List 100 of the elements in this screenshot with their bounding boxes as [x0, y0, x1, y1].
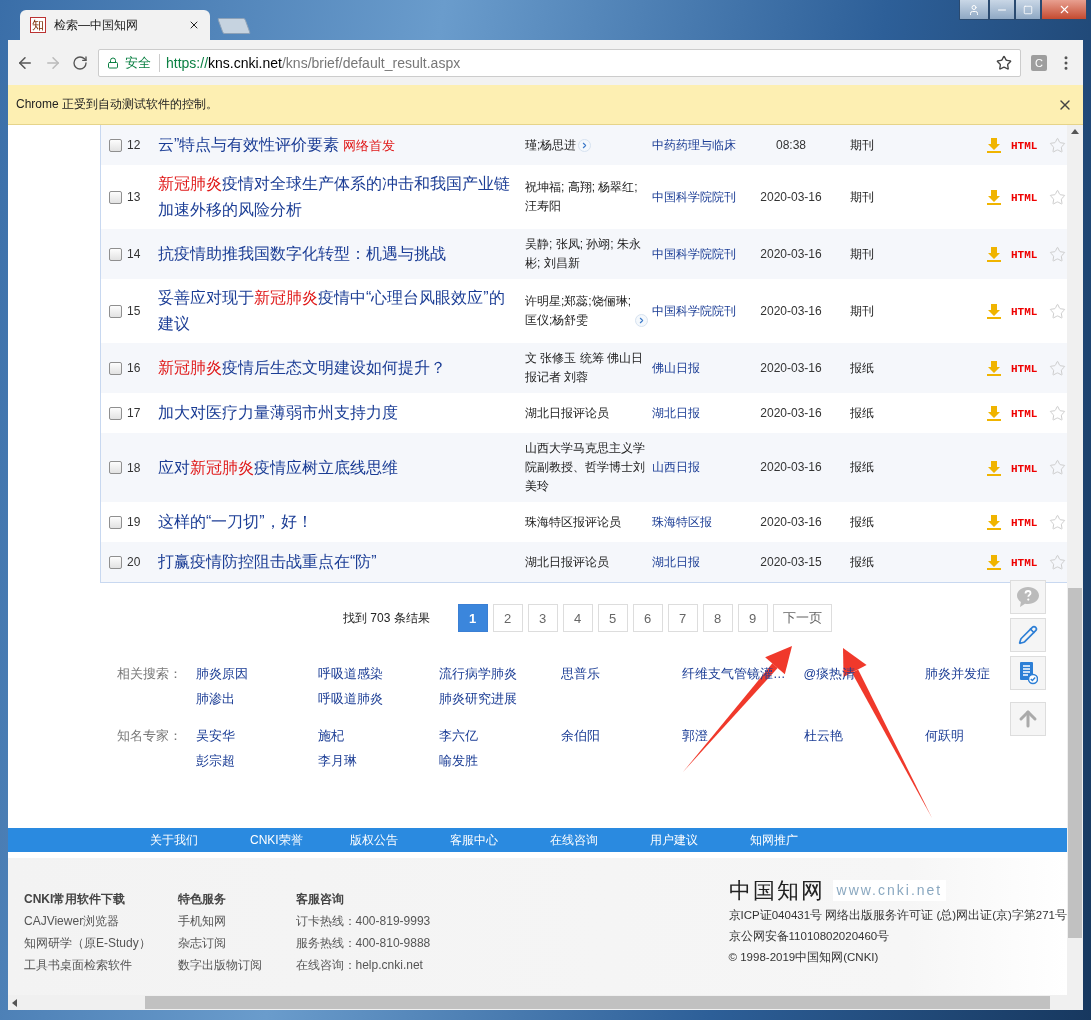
back-to-top-button[interactable]: [1010, 702, 1046, 736]
article-title[interactable]: 妥善应对现于新冠肺炎疫情中“心理台风眼效应”的建议: [158, 285, 513, 337]
article-title[interactable]: 打赢疫情防控阻击战重点在“防”: [158, 549, 377, 575]
footer-link[interactable]: CAJViewer浏览器: [24, 910, 178, 932]
source-link[interactable]: 山西日报: [652, 460, 700, 474]
related-search-link[interactable]: 肺炎并发症: [925, 662, 990, 687]
article-title[interactable]: 这样的“一刀切”，好！: [158, 509, 313, 535]
document-check-button[interactable]: [1010, 656, 1046, 690]
html-link[interactable]: HTML: [1011, 306, 1038, 318]
favorite-star-icon[interactable]: [1049, 459, 1066, 476]
download-icon[interactable]: [986, 189, 1002, 205]
page-button[interactable]: 6: [632, 604, 663, 632]
html-link[interactable]: HTML: [1011, 249, 1038, 261]
related-search-link[interactable]: 呼吸道肺炎: [317, 687, 383, 712]
scroll-up-icon[interactable]: [1071, 129, 1079, 134]
footer-link[interactable]: 工具书桌面检索软件: [24, 954, 178, 976]
edit-button[interactable]: [1010, 618, 1046, 652]
footer-link[interactable]: 知网研学（原E-Study）: [24, 932, 178, 954]
footer-nav-link[interactable]: CNKI荣誉: [250, 831, 350, 849]
favorite-star-icon[interactable]: [1049, 245, 1066, 263]
row-checkbox[interactable]: [109, 406, 122, 420]
row-checkbox[interactable]: [109, 138, 122, 152]
expert-link[interactable]: 李月琳: [317, 749, 357, 774]
page-button[interactable]: 2: [492, 604, 523, 632]
source-link[interactable]: 珠海特区报: [652, 514, 712, 529]
source-link[interactable]: 湖北日报: [652, 405, 700, 420]
maximize-button[interactable]: [1015, 0, 1041, 20]
download-icon[interactable]: [986, 360, 1002, 376]
source-link[interactable]: 中国科学院院刊: [652, 189, 736, 204]
footer-nav-link[interactable]: 在线咨询: [550, 831, 650, 849]
download-icon[interactable]: [986, 405, 1002, 421]
favorite-star-icon[interactable]: [1049, 513, 1066, 531]
footer-nav-link[interactable]: 知网推广: [750, 831, 850, 849]
source-link[interactable]: 中国科学院院刊: [652, 246, 736, 261]
browser-tab[interactable]: 知 检索—中国知网: [20, 10, 210, 40]
row-checkbox[interactable]: [109, 247, 122, 261]
source-link[interactable]: 湖北日报: [652, 554, 700, 569]
scroll-left-icon[interactable]: [12, 998, 17, 1007]
related-search-link[interactable]: @痰热清: [803, 662, 856, 687]
footer-link[interactable]: 订卡热线：400-819-9993: [295, 910, 658, 932]
article-title[interactable]: 抗疫情助推我国数字化转型：机遇与挑战: [158, 241, 446, 267]
expert-link[interactable]: 余伯阳: [560, 724, 600, 749]
page-button[interactable]: 4: [562, 604, 593, 632]
footer-link[interactable]: 在线咨询：help.cnki.net: [295, 954, 658, 976]
page-button[interactable]: 8: [702, 604, 733, 632]
expert-link[interactable]: 喻发胜: [439, 749, 478, 774]
expert-link[interactable]: 郭澄: [682, 724, 708, 749]
expert-link[interactable]: 杜云艳: [803, 724, 843, 749]
favorite-star-icon[interactable]: [1049, 188, 1066, 206]
related-search-link[interactable]: 肺渗出: [196, 687, 235, 712]
page-button[interactable]: 7: [667, 604, 698, 632]
next-page-button[interactable]: 下一页: [772, 604, 832, 632]
related-search-link[interactable]: 呼吸道感染: [317, 662, 383, 687]
download-icon[interactable]: [986, 137, 1002, 153]
address-bar[interactable]: 安全 https://kns.cnki.net/kns/brief/default_result.aspx: [98, 48, 1021, 77]
html-link[interactable]: HTML: [1011, 140, 1038, 152]
related-search-link[interactable]: 肺炎研究进展: [439, 687, 517, 712]
page-button[interactable]: 3: [527, 604, 558, 632]
row-checkbox[interactable]: [109, 190, 122, 204]
favorite-star-icon[interactable]: [1049, 553, 1066, 571]
bookmark-star-icon[interactable]: [996, 54, 1012, 71]
source-link[interactable]: 佛山日报: [652, 360, 700, 375]
footer-nav-link[interactable]: 用户建议: [650, 831, 750, 849]
expert-link[interactable]: 彭宗超: [196, 749, 235, 774]
row-checkbox[interactable]: [109, 461, 122, 474]
close-icon[interactable]: [188, 19, 200, 31]
html-link[interactable]: HTML: [1011, 408, 1038, 420]
article-title[interactable]: 云”特点与有效性评价要素: [158, 131, 340, 158]
download-icon[interactable]: [986, 554, 1002, 570]
related-search-link[interactable]: 思普乐: [560, 662, 600, 687]
favorite-star-icon[interactable]: [1049, 404, 1066, 422]
row-checkbox[interactable]: [109, 304, 122, 318]
html-link[interactable]: HTML: [1011, 557, 1038, 569]
footer-nav-link[interactable]: 客服中心: [450, 831, 550, 849]
chevron-icon[interactable]: [635, 314, 648, 327]
horizontal-scrollbar[interactable]: [8, 995, 1083, 1010]
vertical-scrollbar[interactable]: [1067, 125, 1083, 995]
html-link[interactable]: HTML: [1011, 363, 1038, 375]
footer-link[interactable]: 手机知网: [177, 910, 296, 932]
favorite-star-icon[interactable]: [1049, 359, 1066, 377]
footer-link[interactable]: 服务热线：400-810-9888: [295, 932, 658, 954]
footer-link[interactable]: 数字出版物订阅: [177, 954, 296, 976]
expert-link[interactable]: 吴安华: [196, 724, 235, 749]
download-icon[interactable]: [986, 459, 1002, 476]
download-icon[interactable]: [986, 303, 1002, 319]
favorite-star-icon[interactable]: [1049, 302, 1066, 320]
source-link[interactable]: 中国科学院院刊: [652, 303, 736, 318]
footer-link[interactable]: 杂志订阅: [177, 932, 296, 954]
expert-link[interactable]: 施杞: [317, 724, 344, 749]
row-checkbox[interactable]: [109, 515, 122, 529]
new-tab-button[interactable]: [217, 18, 251, 34]
minimize-button[interactable]: [989, 0, 1015, 20]
html-link[interactable]: HTML: [1011, 462, 1038, 475]
row-checkbox[interactable]: [109, 361, 122, 375]
reload-icon[interactable]: [72, 54, 88, 71]
download-icon[interactable]: [986, 514, 1002, 530]
article-title[interactable]: 应对新冠肺炎疫情应树立底线思维: [158, 454, 398, 481]
page-button[interactable]: 9: [737, 604, 768, 632]
chevron-icon[interactable]: [578, 138, 592, 152]
profile-button[interactable]: [959, 0, 989, 20]
